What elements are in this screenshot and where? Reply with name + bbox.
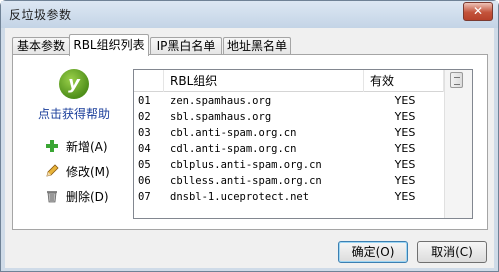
help-label: 点击获得帮助 <box>37 107 110 121</box>
plus-icon <box>44 138 60 154</box>
list-rows: 01 zen.spamhaus.org YES 02 sbl.spamhaus.… <box>134 93 444 205</box>
table-row[interactable]: 03 cbl.anti-spam.org.cn YES <box>134 125 444 141</box>
tab-label: 地址黑名单 <box>226 39 287 53</box>
window-title: 反垃圾参数 <box>9 8 72 22</box>
row-number: 07 <box>138 191 151 203</box>
help-link[interactable]: y 点击获得帮助 <box>29 69 119 122</box>
row-valid: YES <box>394 126 416 139</box>
help-logo-icon: y <box>59 69 89 99</box>
row-rbl-name: dnsbl-1.uceprotect.net <box>170 191 310 203</box>
dialog-window: 反垃圾参数 ✕ 基本参数 RBL组织列表 IP黑白名单 地址黑名单 y 点击获得… <box>0 0 499 272</box>
add-button[interactable]: 新增(A) <box>44 137 108 155</box>
row-number: 06 <box>138 175 151 187</box>
row-valid: YES <box>394 174 416 187</box>
table-row[interactable]: 05 cblplus.anti-spam.org.cn YES <box>134 157 444 173</box>
column-header-no[interactable] <box>134 70 164 92</box>
row-valid: YES <box>394 158 416 171</box>
row-valid: YES <box>394 110 416 123</box>
row-rbl-name: zen.spamhaus.org <box>170 95 272 107</box>
table-row[interactable]: 04 cdl.anti-spam.org.cn YES <box>134 141 444 157</box>
column-header-valid[interactable]: 有效 <box>364 70 444 92</box>
tab-label: 基本参数 <box>16 39 65 53</box>
tab-label: RBL组织列表 <box>73 38 145 52</box>
table-row[interactable]: 06 cblless.anti-spam.org.cn YES <box>134 173 444 189</box>
table-row[interactable]: 01 zen.spamhaus.org YES <box>134 93 444 109</box>
row-rbl-name: cblplus.anti-spam.org.cn <box>170 159 322 171</box>
close-icon: ✕ <box>472 4 484 18</box>
cancel-label: 取消(C) <box>431 245 473 259</box>
delete-label: 删除(D) <box>66 189 109 204</box>
row-rbl-name: cbl.anti-spam.org.cn <box>170 127 297 139</box>
row-valid: YES <box>394 142 416 155</box>
row-rbl-name: cdl.anti-spam.org.cn <box>170 143 297 155</box>
delete-button[interactable]: 删除(D) <box>44 187 109 205</box>
dialog-client-area: 基本参数 RBL组织列表 IP黑白名单 地址黑名单 y 点击获得帮助 新增(A) <box>5 28 494 268</box>
table-row[interactable]: 02 sbl.spamhaus.org YES <box>134 109 444 125</box>
tab-basic-params[interactable]: 基本参数 <box>12 37 70 55</box>
edit-button[interactable]: 修改(M) <box>44 162 110 180</box>
row-rbl-name: sbl.spamhaus.org <box>170 111 272 123</box>
rbl-list[interactable]: RBL组织 有效 01 zen.spamhaus.org YES 02 sbl.… <box>133 69 473 219</box>
tab-rbl-list[interactable]: RBL组织列表 <box>69 34 149 56</box>
title-bar[interactable]: 反垃圾参数 ✕ <box>1 1 498 28</box>
table-row[interactable]: 07 dnsbl-1.uceprotect.net YES <box>134 189 444 205</box>
row-valid: YES <box>394 190 416 203</box>
close-button[interactable]: ✕ <box>463 2 493 21</box>
row-number: 01 <box>138 95 151 107</box>
vertical-scrollbar[interactable] <box>444 70 472 218</box>
row-number: 05 <box>138 159 151 171</box>
trash-icon <box>44 188 60 204</box>
ok-button[interactable]: 确定(O) <box>338 241 408 263</box>
tab-label: IP黑白名单 <box>156 39 216 53</box>
row-number: 02 <box>138 111 151 123</box>
row-rbl-name: cblless.anti-spam.org.cn <box>170 175 322 187</box>
row-number: 04 <box>138 143 151 155</box>
tab-address-blacklist[interactable]: 地址黑名单 <box>223 37 291 55</box>
column-header-rbl[interactable]: RBL组织 <box>164 70 364 92</box>
ok-label: 确定(O) <box>351 245 395 259</box>
edit-label: 修改(M) <box>66 164 110 179</box>
list-header: RBL组织 有效 <box>134 70 444 92</box>
row-number: 03 <box>138 127 151 139</box>
pencil-icon <box>44 163 60 179</box>
row-valid: YES <box>394 94 416 107</box>
add-label: 新增(A) <box>66 139 108 154</box>
scrollbar-thumb[interactable] <box>450 72 463 88</box>
cancel-button[interactable]: 取消(C) <box>417 241 487 263</box>
tab-panel: y 点击获得帮助 新增(A) 修改(M) 删除(D) RBL组织 有效 01 z… <box>12 54 488 230</box>
tab-ip-blacklist[interactable]: IP黑白名单 <box>150 37 222 55</box>
